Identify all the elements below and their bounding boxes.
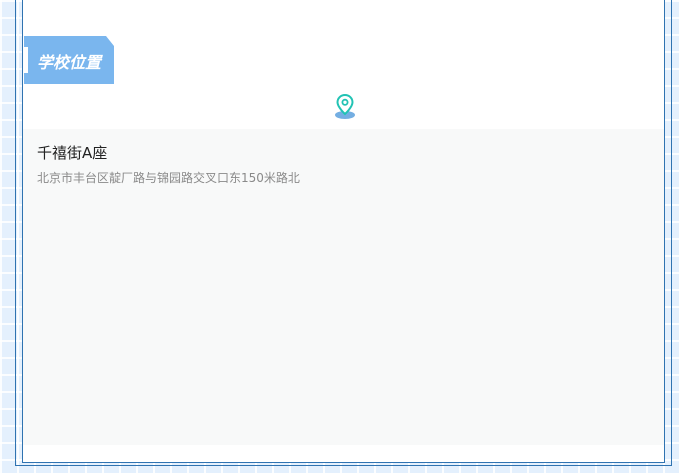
section-title-accent [24, 47, 28, 73]
address-card: 千禧街A座 北京市丰台区靛厂路与锦园路交叉口东150米路北 [23, 129, 664, 445]
panel-top-handle [353, 0, 395, 1]
place-address: 北京市丰台区靛厂路与锦园路交叉口东150米路北 [37, 171, 300, 185]
section-title: 学校位置 [37, 53, 102, 72]
map-pin-icon[interactable] [333, 93, 357, 121]
school-location-panel: 学校位置 千禧街A座 北京市丰台区靛厂路与锦园路交叉口东150米路北 [22, 0, 665, 463]
place-name: 千禧街A座 [37, 144, 108, 162]
